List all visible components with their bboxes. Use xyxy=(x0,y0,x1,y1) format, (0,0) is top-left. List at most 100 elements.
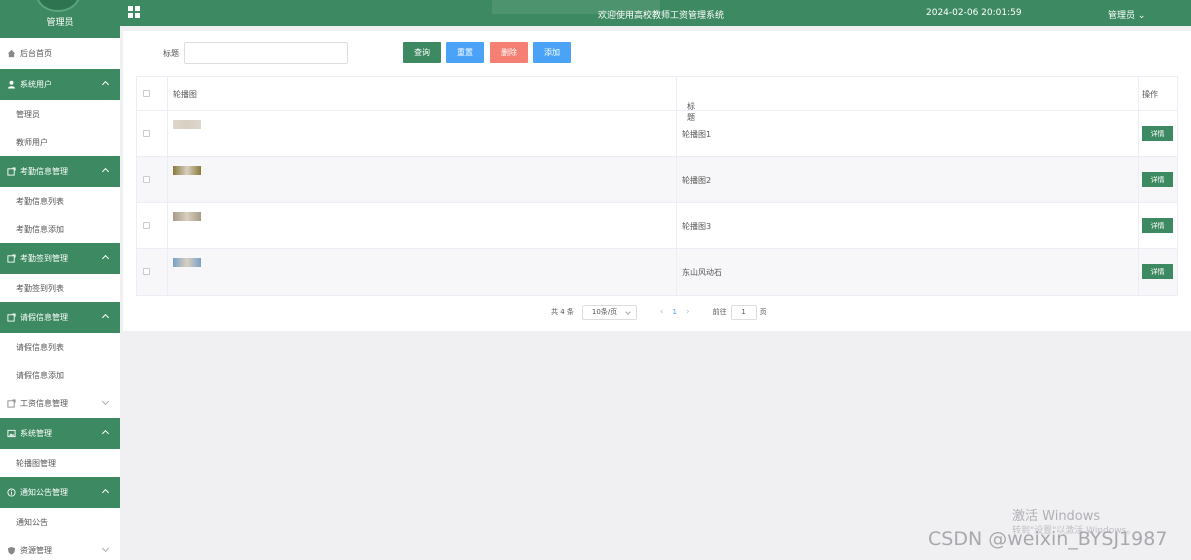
sidebar-item-label: 考勤签到列表 xyxy=(16,283,64,293)
chevron-up-icon xyxy=(101,254,110,263)
user-menu[interactable]: 管理员 ⌄ xyxy=(1108,8,1145,21)
sidebar-item-3[interactable]: 教师用户 xyxy=(0,128,120,156)
sidebar-item-label: 工资信息管理 xyxy=(20,399,68,408)
sidebar-item-label: 后台首页 xyxy=(20,49,52,58)
row-op-cell: 详情 xyxy=(1139,111,1177,156)
row-image-cell xyxy=(168,249,677,295)
home-icon xyxy=(7,49,16,58)
sidebar-item-11[interactable]: 请假信息添加 xyxy=(0,361,120,389)
sidebar-item-label: 系统管理 xyxy=(20,429,52,438)
folder-icon xyxy=(7,399,16,408)
goto-page-input[interactable]: 1 xyxy=(730,304,757,320)
delete-button[interactable]: 删除 xyxy=(490,42,528,63)
page-title: 欢迎使用高校教师工资管理系统 xyxy=(598,11,725,21)
page-suffix: 页 xyxy=(759,308,767,316)
header-op: 操作 xyxy=(1139,77,1177,110)
row-image-cell xyxy=(168,203,677,248)
sidebar-item-17[interactable]: 资源管理 xyxy=(0,536,120,560)
sidebar-item-label: 轮播图管理 xyxy=(16,458,56,468)
banner-thumbnail[interactable] xyxy=(172,212,201,221)
chevron-up-icon xyxy=(101,429,110,438)
banner-thumbnail[interactable] xyxy=(172,258,201,267)
row-title-cell: 轮播图2 xyxy=(677,157,1140,202)
sidebar-item-2[interactable]: 管理员 xyxy=(0,100,120,128)
sidebar-item-label: 考勤信息添加 xyxy=(16,224,64,234)
row-checkbox[interactable] xyxy=(143,176,150,183)
sidebar-item-9[interactable]: 请假信息管理 xyxy=(0,302,120,333)
sidebar-item-5[interactable]: 考勤信息列表 xyxy=(0,187,120,215)
banner-thumbnail[interactable] xyxy=(172,166,201,175)
chevron-up-icon xyxy=(101,80,110,89)
table-row: 东山风动石 详情 xyxy=(137,249,1177,295)
sidebar-item-10[interactable]: 请假信息列表 xyxy=(0,333,120,361)
detail-button[interactable]: 详情 xyxy=(1142,218,1174,233)
sidebar-item-4[interactable]: 考勤信息管理 xyxy=(0,156,120,187)
detail-button[interactable]: 详情 xyxy=(1142,126,1174,141)
header-image: 轮播图 xyxy=(168,77,677,110)
goto-label: 前往 xyxy=(712,308,727,316)
sidebar-item-label: 请假信息管理 xyxy=(20,313,68,322)
current-page[interactable]: 1 xyxy=(673,308,677,316)
sidebar-item-1[interactable]: 系统用户 xyxy=(0,69,120,100)
sidebar-item-label: 请假信息列表 xyxy=(16,342,64,352)
header-check-cell xyxy=(137,77,168,110)
banner-thumbnail[interactable] xyxy=(172,120,201,129)
sidebar-item-12[interactable]: 工资信息管理 xyxy=(0,389,120,418)
row-checkbox[interactable] xyxy=(143,222,150,229)
table-row: 轮播图3 详情 xyxy=(137,203,1177,249)
column-header-image: 轮播图 xyxy=(172,90,197,99)
row-check-cell xyxy=(137,249,168,295)
table-row: 轮播图1 详情 xyxy=(137,111,1177,157)
row-op-cell: 详情 xyxy=(1139,157,1177,202)
next-page-icon[interactable]: › xyxy=(686,307,690,317)
header-title[interactable]: 标题 ⇕ xyxy=(677,77,1140,122)
sidebar-item-15[interactable]: 通知公告管理 xyxy=(0,477,120,508)
chevron-down-icon: ⌄ xyxy=(1135,11,1146,21)
sidebar-item-label: 请假信息添加 xyxy=(16,370,64,380)
prev-page-icon[interactable]: ‹ xyxy=(660,307,664,317)
row-title: 轮播图1 xyxy=(681,130,712,139)
add-button[interactable]: 添加 xyxy=(533,42,571,63)
sidebar-item-label: 考勤信息管理 xyxy=(20,167,68,176)
column-header-op: 操作 xyxy=(1142,90,1159,99)
sidebar-item-label: 考勤签到管理 xyxy=(20,254,68,263)
select-all-checkbox[interactable] xyxy=(143,90,150,97)
chevron-down-icon xyxy=(101,544,110,553)
shield-icon xyxy=(7,546,16,555)
query-button[interactable]: 查询 xyxy=(403,42,441,63)
grid-menu-icon[interactable] xyxy=(128,6,140,18)
sidebar-item-16[interactable]: 通知公告 xyxy=(0,508,120,536)
page-size-select[interactable]: 10条/页 xyxy=(581,304,637,320)
row-checkbox[interactable] xyxy=(143,268,150,275)
title-search-input[interactable] xyxy=(184,42,348,64)
row-check-cell xyxy=(137,111,168,156)
banner-table: 轮播图 标题 ⇕ 操作 轮播图1 详情 轮播图2 详情 轮播图3 详情 东山风动石 详情 xyxy=(136,76,1178,296)
activation-watermark: 激活 Windows xyxy=(1012,509,1101,524)
folder-icon xyxy=(7,313,16,322)
chevron-up-icon xyxy=(101,488,110,497)
sidebar-header: 管理员 xyxy=(0,0,120,38)
sidebar-item-label: 考勤信息列表 xyxy=(16,196,64,206)
avatar xyxy=(36,0,80,12)
row-title: 东山风动石 xyxy=(681,268,722,277)
row-title-cell: 轮播图3 xyxy=(677,203,1140,248)
sidebar-item-13[interactable]: 系统管理 xyxy=(0,418,120,449)
sort-icon[interactable]: ⇕ xyxy=(690,101,695,108)
sidebar-item-14[interactable]: 轮播图管理 xyxy=(0,449,120,477)
detail-button[interactable]: 详情 xyxy=(1142,264,1174,279)
row-checkbox[interactable] xyxy=(143,130,150,137)
sidebar-item-7[interactable]: 考勤签到管理 xyxy=(0,243,120,274)
sidebar: 管理员 后台首页 系统用户 管理员 教师用户 考勤信息管理 考勤信息列表 考勤信息添加 考勤签… xyxy=(0,0,120,560)
sidebar-item-6[interactable]: 考勤信息添加 xyxy=(0,215,120,243)
sidebar-item-0[interactable]: 后台首页 xyxy=(0,38,120,69)
user-icon xyxy=(7,80,16,89)
reset-button[interactable]: 重置 xyxy=(446,42,484,63)
search-label: 标题 xyxy=(163,49,179,58)
row-title-cell: 东山风动石 xyxy=(677,249,1140,295)
chevron-down-icon xyxy=(101,397,110,406)
row-title-cell: 轮播图1 xyxy=(677,111,1140,156)
sidebar-item-8[interactable]: 考勤签到列表 xyxy=(0,274,120,302)
detail-button[interactable]: 详情 xyxy=(1142,172,1174,187)
page-size-value: 10条/页 xyxy=(591,308,618,316)
sidebar-item-label: 资源管理 xyxy=(20,546,52,555)
